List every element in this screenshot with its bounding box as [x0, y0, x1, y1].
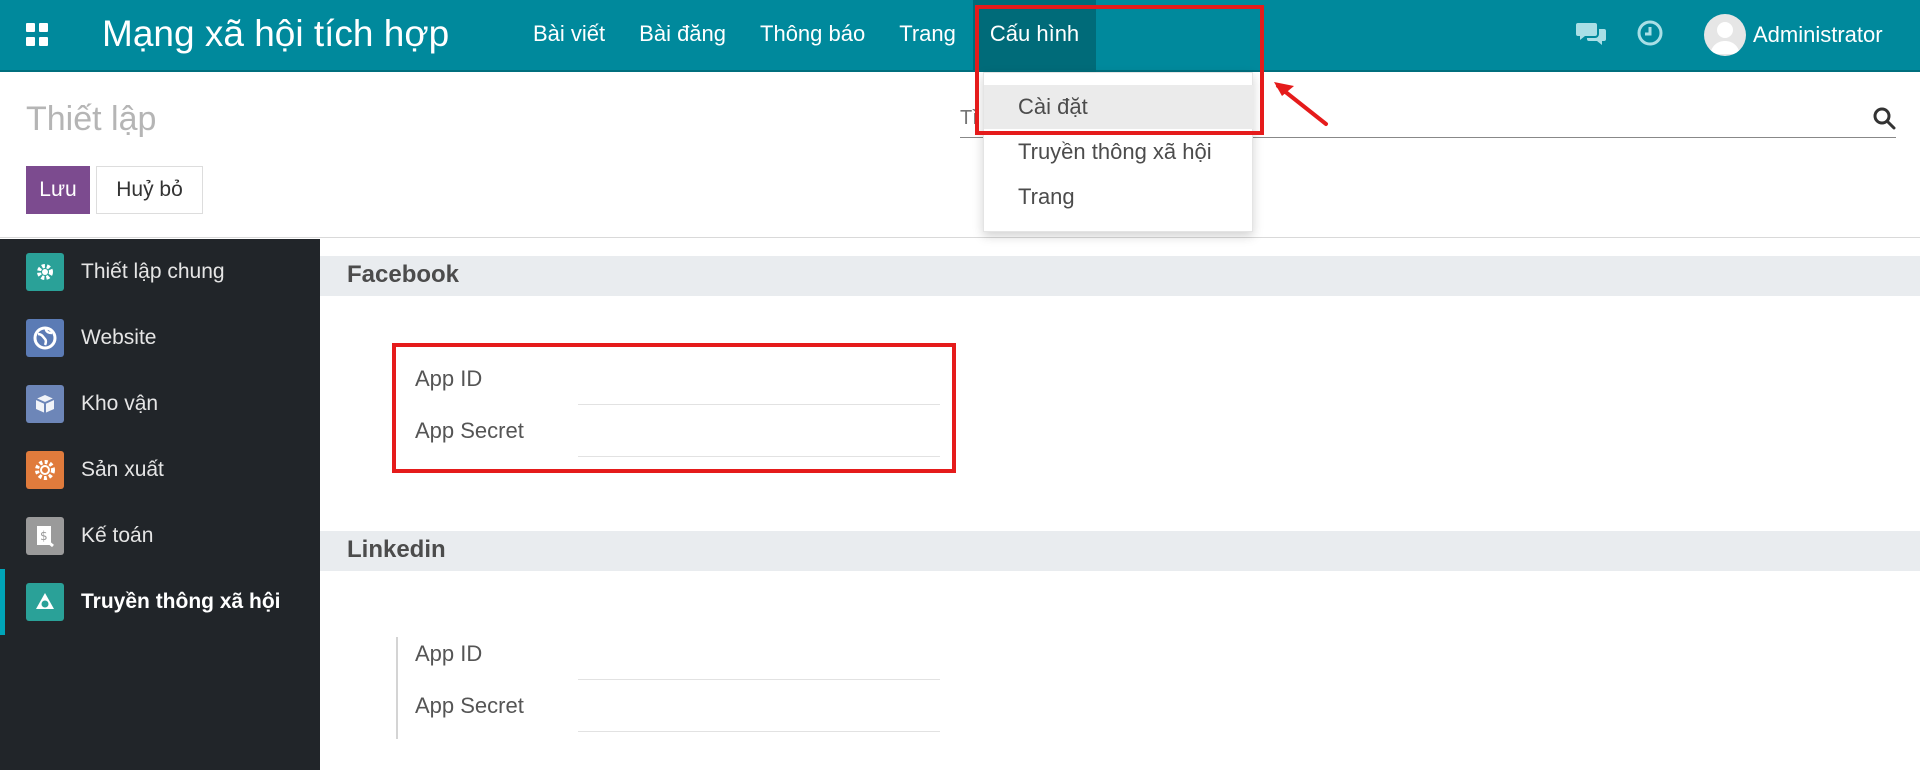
apps-grid-icon[interactable] — [26, 23, 50, 47]
clock-icon[interactable] — [1637, 20, 1663, 46]
box-icon — [26, 385, 64, 423]
section-header-linkedin: Linkedin — [320, 531, 1920, 571]
app-brand-title: Mạng xã hội tích hợp — [102, 13, 450, 54]
top-navbar: Mạng xã hội tích hợp Bài viết Bài đăng T… — [0, 0, 1920, 72]
dropdown-item-social-media[interactable]: Truyền thông xã hội — [984, 130, 1254, 174]
section-title: Facebook — [347, 261, 460, 288]
menu-item-articles[interactable]: Bài viết — [516, 0, 622, 72]
gear-icon — [26, 253, 64, 291]
settings-sidebar: Thiết lập chung Website Kho vận Sản xuất… — [0, 239, 320, 770]
linkedin-app-secret-label: App Secret — [415, 693, 524, 718]
sidebar-item-social-media[interactable]: Truyền thông xã hội — [0, 569, 320, 635]
save-button[interactable]: Lưu — [26, 166, 90, 214]
control-panel: Thiết lập Lưu Huỷ bỏ — [0, 72, 1920, 238]
dropdown-item-settings[interactable]: Cài đặt — [984, 85, 1254, 129]
sidebar-item-website[interactable]: Website — [0, 305, 320, 371]
cancel-button[interactable]: Huỷ bỏ — [96, 166, 203, 214]
configuration-dropdown: Cài đặt Truyền thông xã hội Trang — [983, 72, 1254, 232]
menu-item-configuration[interactable]: Cấu hình — [972, 0, 1097, 72]
linkedin-app-id-input[interactable] — [578, 646, 940, 680]
sidebar-item-manufacturing[interactable]: Sản xuất — [0, 437, 320, 503]
chat-icon[interactable] — [1575, 20, 1607, 48]
sidebar-item-label: Thiết lập chung — [81, 260, 225, 283]
sidebar-item-label: Truyền thông xã hội — [81, 590, 281, 613]
invoice-icon: $ — [26, 517, 64, 555]
section-title: Linkedin — [347, 536, 446, 563]
sidebar-item-label: Sản xuất — [81, 458, 164, 481]
sidebar-item-label: Kế toán — [81, 524, 154, 547]
sidebar-item-accounting[interactable]: $ Kế toán — [0, 503, 320, 569]
facebook-app-id-input[interactable] — [578, 371, 940, 405]
menu-item-posts[interactable]: Bài đăng — [622, 0, 743, 72]
globe-icon — [26, 319, 64, 357]
facebook-app-secret-input[interactable] — [578, 423, 940, 457]
user-name: Administrator — [1753, 22, 1883, 47]
menu-item-notifications[interactable]: Thông báo — [743, 0, 882, 72]
facebook-app-secret-label: App Secret — [415, 418, 524, 443]
main-menu: Bài viết Bài đăng Thông báo Trang Cấu hì… — [516, 0, 1097, 72]
menu-item-pages[interactable]: Trang — [882, 0, 973, 72]
cog-icon — [26, 451, 64, 489]
avatar-placeholder-icon — [1710, 22, 1740, 54]
page-title: Thiết lập — [26, 100, 157, 138]
linkedin-app-secret-input[interactable] — [578, 698, 940, 732]
sidebar-item-label: Kho vận — [81, 392, 159, 415]
user-menu[interactable]: Administrator — [1704, 12, 1883, 58]
sidebar-item-inventory[interactable]: Kho vận — [0, 371, 320, 437]
linkedin-app-id-label: App ID — [415, 641, 483, 666]
megaphone-icon — [26, 583, 64, 621]
field-group-divider — [396, 637, 398, 739]
sidebar-item-general-settings[interactable]: Thiết lập chung — [0, 239, 320, 305]
dropdown-item-pages[interactable]: Trang — [984, 175, 1254, 219]
section-header-facebook: Facebook — [320, 256, 1920, 296]
facebook-app-id-label: App ID — [415, 366, 483, 391]
sidebar-item-label: Website — [81, 326, 157, 349]
svg-text:$: $ — [40, 529, 48, 543]
search-icon[interactable] — [1872, 106, 1896, 130]
avatar — [1704, 14, 1746, 56]
